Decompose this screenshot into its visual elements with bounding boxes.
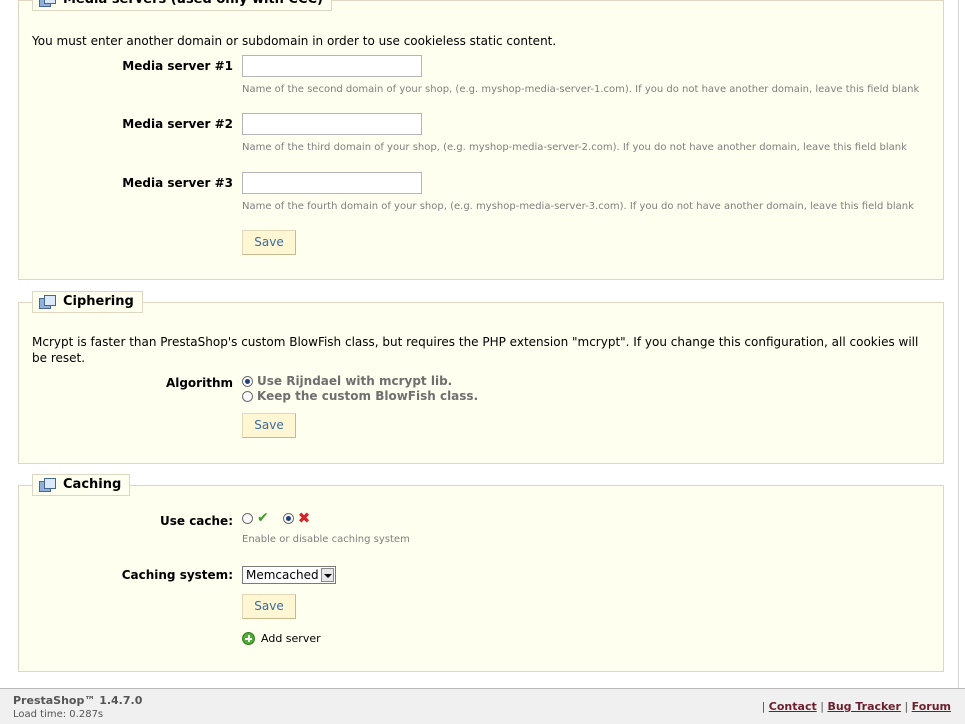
- algorithm-label: Algorithm: [165, 376, 233, 390]
- blowfish-label: Keep the custom BlowFish class.: [257, 389, 479, 403]
- caching-system-value: Memcached: [246, 568, 319, 582]
- media-server-1-label: Media server #1: [122, 59, 233, 73]
- media-servers-title: Media servers (used only with CCC): [63, 0, 323, 10]
- media-server-3-hint: Name of the fourth domain of your shop, …: [242, 201, 914, 212]
- ciphering-panel: Ciphering Mcrypt is faster than PrestaSh…: [18, 291, 944, 464]
- forum-link[interactable]: Forum: [912, 700, 951, 713]
- rijndael-radio[interactable]: [242, 375, 253, 387]
- blowfish-radio[interactable]: [242, 390, 253, 402]
- ciphering-intro: Mcrypt is faster than PrestaShop's custo…: [32, 335, 919, 365]
- cross-icon: ✖: [297, 509, 311, 527]
- media-servers-intro: You must enter another domain or subdoma…: [32, 34, 557, 48]
- caching-save-button[interactable]: Save: [242, 594, 296, 619]
- ciphering-legend: Ciphering: [32, 291, 143, 313]
- ciphering-save-button[interactable]: Save: [242, 413, 296, 438]
- ciphering-title: Ciphering: [63, 294, 134, 309]
- media-servers-panel: Media servers (used only with CCC) You m…: [18, 0, 944, 280]
- caching-legend: Caching: [32, 474, 131, 496]
- media-servers-save-button[interactable]: Save: [242, 230, 296, 255]
- algorithm-option-blowfish[interactable]: Keep the custom BlowFish class.: [242, 389, 478, 403]
- check-icon: ✔: [257, 510, 269, 526]
- caching-panel: Caching Use cache: ✔ ✖ Enable or disable…: [18, 474, 944, 672]
- media-servers-legend: Media servers (used only with CCC): [32, 0, 332, 11]
- bug-tracker-link[interactable]: Bug Tracker: [827, 700, 901, 713]
- caching-system-label: Caching system:: [121, 568, 233, 582]
- algorithm-option-rijndael[interactable]: Use Rijndael with mcrypt lib.: [242, 374, 452, 388]
- use-cache-toggle: ✔ ✖: [242, 509, 311, 527]
- use-cache-hint: Enable or disable caching system: [242, 534, 410, 545]
- add-server-link[interactable]: Add server: [242, 632, 321, 645]
- media-server-2-label: Media server #2: [122, 117, 233, 131]
- media-server-3-label: Media server #3: [122, 176, 233, 190]
- contact-link[interactable]: Contact: [769, 700, 817, 713]
- vertical-scrollbar[interactable]: [958, 0, 965, 688]
- media-server-3-input[interactable]: [242, 172, 422, 194]
- footer-load-time: Load time: 0.287s: [13, 709, 104, 720]
- ciphering-icon: [39, 295, 56, 309]
- caching-icon: [39, 478, 56, 492]
- use-cache-label: Use cache:: [159, 514, 233, 528]
- rijndael-label: Use Rijndael with mcrypt lib.: [257, 374, 453, 388]
- media-server-1-hint: Name of the second domain of your shop, …: [242, 84, 920, 95]
- media-server-1-input[interactable]: [242, 55, 422, 77]
- media-servers-icon: [39, 0, 56, 7]
- footer-version: PrestaShop™ 1.4.7.0: [13, 694, 143, 707]
- caching-title: Caching: [63, 477, 122, 492]
- footer: PrestaShop™ 1.4.7.0 Load time: 0.287s | …: [0, 688, 965, 724]
- add-server-label: Add server: [261, 632, 321, 645]
- cache-yes-radio[interactable]: [242, 512, 253, 524]
- add-icon: [242, 632, 255, 645]
- chevron-down-icon[interactable]: [321, 568, 334, 582]
- media-server-2-input[interactable]: [242, 113, 422, 135]
- media-server-2-hint: Name of the third domain of your shop, (…: [242, 142, 907, 153]
- caching-system-select[interactable]: Memcached: [242, 566, 336, 584]
- footer-links: | Contact | Bug Tracker | Forum: [761, 700, 951, 713]
- cache-no-radio[interactable]: [282, 512, 294, 524]
